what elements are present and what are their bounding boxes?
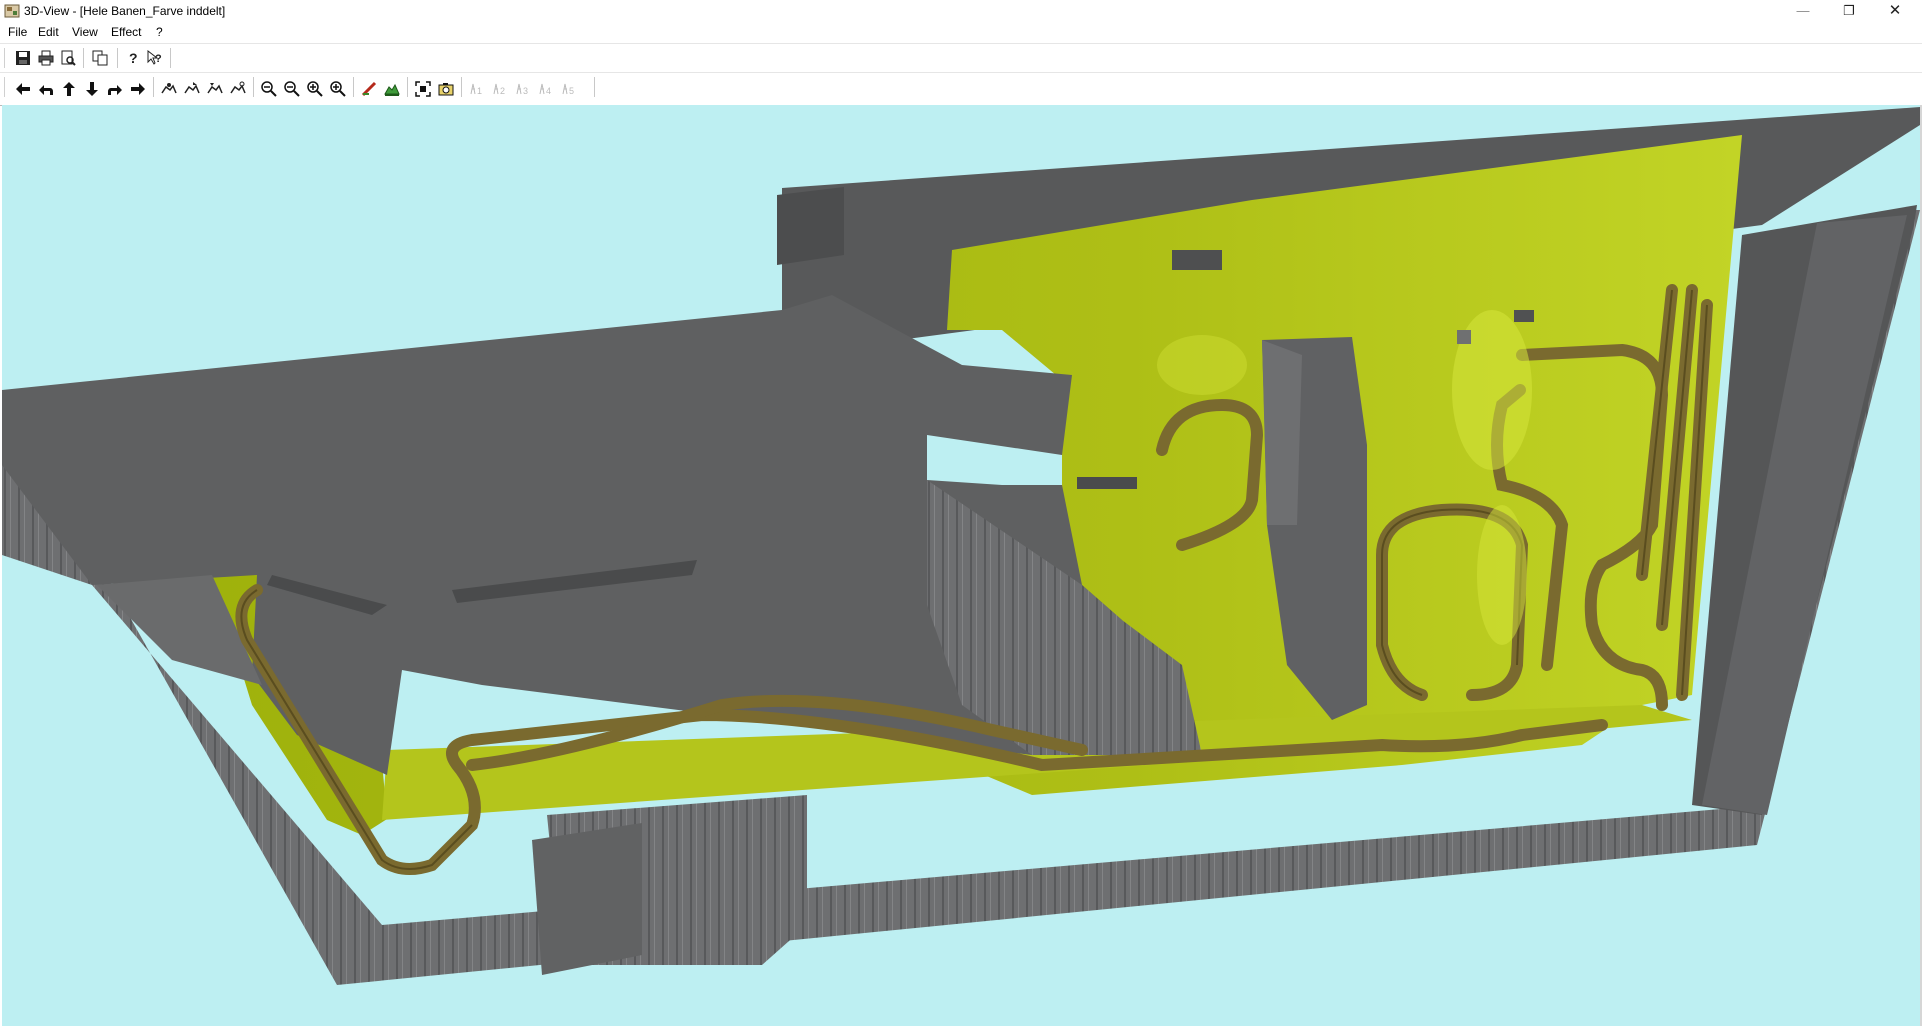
- menu-effect[interactable]: Effect: [111, 25, 141, 39]
- zoom-out-2-icon[interactable]: [281, 78, 303, 100]
- toolbar-separator: [253, 77, 254, 97]
- arrow-down-icon[interactable]: [81, 78, 103, 100]
- fit-view-icon[interactable]: [412, 78, 434, 100]
- terrain-highlight: [1477, 505, 1527, 645]
- train-1-label: 1: [477, 86, 482, 96]
- toolbar-separator: [170, 48, 171, 68]
- toolbar-separator: [83, 48, 84, 68]
- toolbar-grip[interactable]: [4, 77, 8, 97]
- minimize-button[interactable]: —: [1780, 0, 1826, 22]
- menu-view[interactable]: View: [72, 25, 98, 39]
- print-preview-icon[interactable]: [57, 47, 79, 69]
- train-3-label: 3: [523, 86, 528, 96]
- rotate-right-icon[interactable]: [104, 78, 126, 100]
- train-3-icon[interactable]: 3: [512, 78, 534, 100]
- save-icon[interactable]: [12, 47, 34, 69]
- menu-bar: File Edit View Effect ?: [0, 22, 1922, 42]
- arrow-up-icon[interactable]: [58, 78, 80, 100]
- back-rail-small: [777, 187, 844, 265]
- terrain-icon[interactable]: [381, 78, 403, 100]
- view-preset-1-icon[interactable]: [158, 78, 180, 100]
- train-1-icon[interactable]: 1: [466, 78, 488, 100]
- zoom-in-2-icon[interactable]: [327, 78, 349, 100]
- train-2-label: 2: [500, 86, 505, 96]
- 3d-viewport[interactable]: [2, 105, 1920, 1026]
- view-preset-3-icon[interactable]: [204, 78, 226, 100]
- toolbar-separator: [594, 77, 595, 97]
- window-title: 3D-View - [Hele Banen_Farve inddelt]: [24, 4, 226, 18]
- small-structure: [1514, 310, 1534, 322]
- toolbar-separator: [153, 77, 154, 97]
- rotate-left-icon[interactable]: [35, 78, 57, 100]
- toolbar-separator: [461, 77, 462, 97]
- help-icon[interactable]: ?: [122, 47, 144, 69]
- context-help-icon[interactable]: ?: [144, 47, 166, 69]
- train-4-label: 4: [546, 86, 551, 96]
- arrow-left-icon[interactable]: [12, 78, 34, 100]
- 3d-scene[interactable]: [2, 105, 1920, 1026]
- terrain-highlight: [1157, 335, 1247, 395]
- view-preset-4-icon[interactable]: [227, 78, 249, 100]
- effect-icon[interactable]: [358, 78, 380, 100]
- close-button[interactable]: ✕: [1872, 0, 1918, 22]
- zoom-in-icon[interactable]: [304, 78, 326, 100]
- toolbar-separator: [407, 77, 408, 97]
- front-block-top: [532, 823, 642, 975]
- small-structure: [1172, 250, 1222, 270]
- view-preset-2-icon[interactable]: [181, 78, 203, 100]
- toolbar-separator: [353, 77, 354, 97]
- menu-help[interactable]: ?: [156, 25, 163, 39]
- print-icon[interactable]: [35, 47, 57, 69]
- toolbar-grip[interactable]: [4, 48, 8, 68]
- toolbar-view: 1 2 3 4 5: [0, 72, 1922, 106]
- train-4-icon[interactable]: 4: [535, 78, 557, 100]
- arrow-right-icon[interactable]: [127, 78, 149, 100]
- small-structure: [1077, 477, 1137, 489]
- train-5-icon[interactable]: 5: [558, 78, 580, 100]
- camera-icon[interactable]: [435, 78, 457, 100]
- copy-icon[interactable]: [89, 47, 111, 69]
- zoom-out-icon[interactable]: [258, 78, 280, 100]
- train-5-label: 5: [569, 86, 574, 96]
- train-2-icon[interactable]: 2: [489, 78, 511, 100]
- restore-button[interactable]: ❐: [1826, 0, 1872, 22]
- menu-edit[interactable]: Edit: [38, 25, 59, 39]
- toolbar-file: ? ?: [0, 43, 1922, 72]
- central-block-face: [1262, 340, 1302, 525]
- svg-text:?: ?: [129, 50, 138, 66]
- toolbar-separator: [117, 48, 118, 68]
- app-icon: [4, 3, 20, 19]
- menu-file[interactable]: File: [8, 25, 27, 39]
- title-bar: 3D-View - [Hele Banen_Farve inddelt] — ❐…: [0, 0, 1922, 22]
- small-structure: [1457, 330, 1471, 344]
- svg-text:?: ?: [155, 53, 162, 65]
